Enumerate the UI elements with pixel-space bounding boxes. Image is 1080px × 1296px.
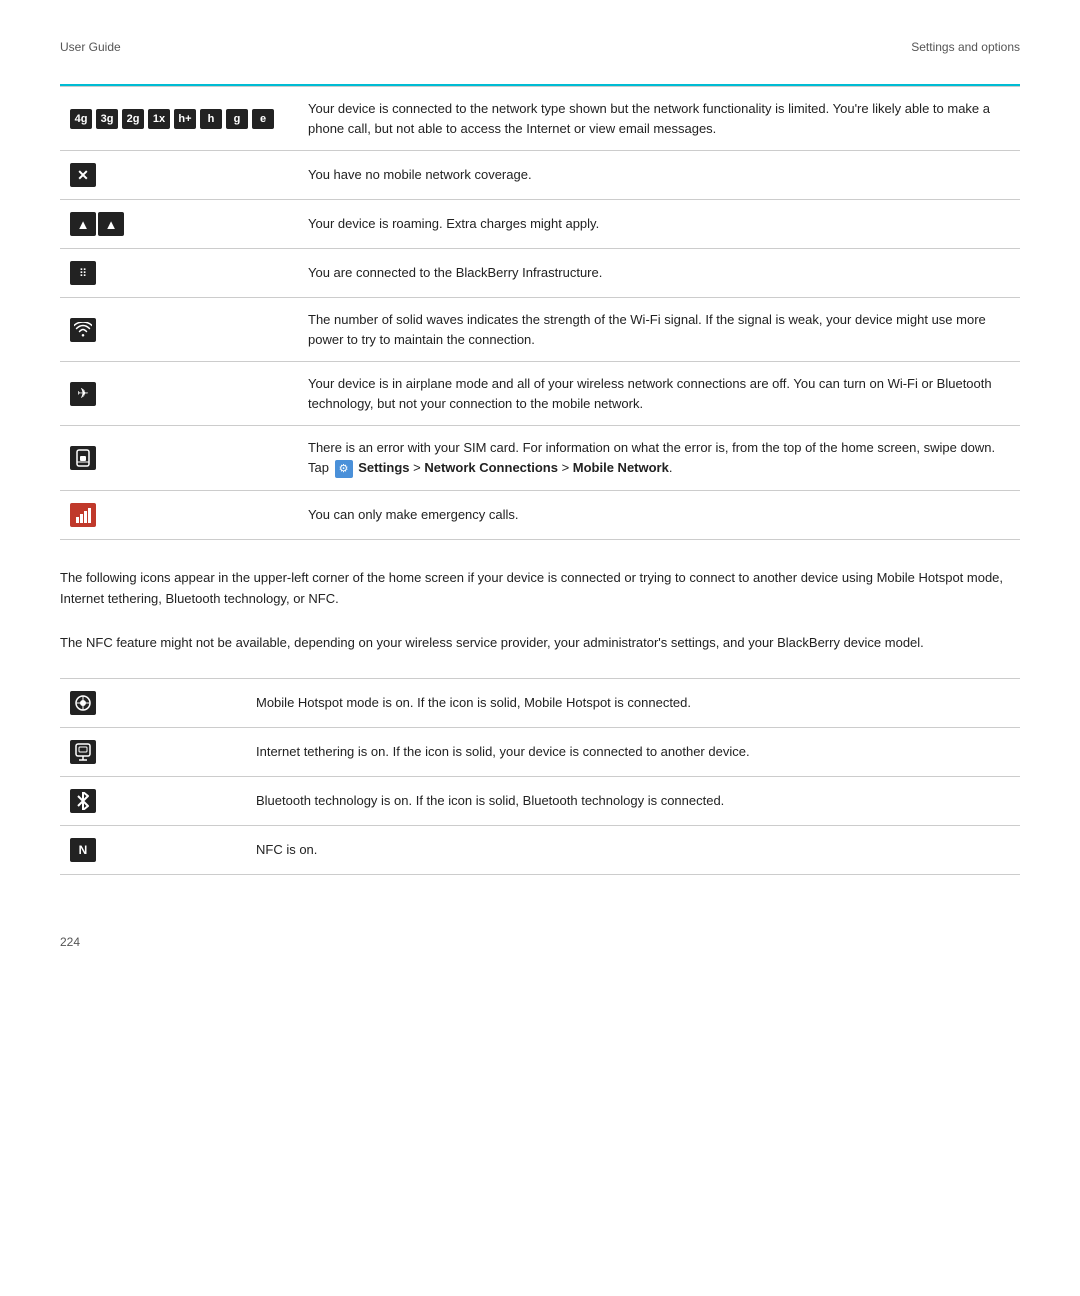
bb-infrastructure-icon: ⠿ [70, 261, 96, 285]
header-right: Settings and options [911, 40, 1020, 54]
icon-cell-bluetooth [60, 777, 240, 826]
paragraph-1: The following icons appear in the upper-… [60, 568, 1020, 610]
icon-cell-roaming: ▲ ▲ [60, 200, 292, 249]
network-icons-table: 4g 3g 2g 1x h+ h g e Your device is conn… [60, 86, 1020, 540]
icon-cell-tethering [60, 728, 240, 777]
table-row: 4g 3g 2g 1x h+ h g e Your device is conn… [60, 87, 1020, 151]
page-header: User Guide Settings and options [60, 40, 1020, 54]
icon-3g: 3g [96, 109, 118, 129]
icon-cell-no-coverage: ✕ [60, 151, 292, 200]
icon-e: e [252, 109, 274, 129]
desc-roaming: Your device is roaming. Extra charges mi… [292, 200, 1020, 249]
wifi-icon [70, 318, 96, 342]
icon-1x: 1x [148, 109, 170, 129]
table-row: ▲ ▲ Your device is roaming. Extra charge… [60, 200, 1020, 249]
tethering-icon [70, 740, 96, 764]
desc-airplane: Your device is in airplane mode and all … [292, 362, 1020, 426]
icon-hplus: h+ [174, 109, 196, 129]
desc-wifi: The number of solid waves indicates the … [292, 298, 1020, 362]
icon-cell-sim-error [60, 426, 292, 491]
nfc-icon: N [70, 838, 96, 862]
desc-sim-error: There is an error with your SIM card. Fo… [292, 426, 1020, 491]
roaming-icon-1: ▲ [70, 212, 96, 236]
icon-cell-bb-infra: ⠿ [60, 249, 292, 298]
icon-cell-hotspot [60, 679, 240, 728]
desc-network-types: Your device is connected to the network … [292, 87, 1020, 151]
table-row: ✕ You have no mobile network coverage. [60, 151, 1020, 200]
icon-cell-emergency [60, 490, 292, 539]
sim-error-icon [70, 446, 96, 470]
icon-g: g [226, 109, 248, 129]
desc-hotspot: Mobile Hotspot mode is on. If the icon i… [240, 679, 1020, 728]
roaming-icons: ▲ ▲ [70, 212, 276, 236]
gear-icon: ⚙ [335, 460, 353, 478]
table-row: Internet tethering is on. If the icon is… [60, 728, 1020, 777]
desc-tethering: Internet tethering is on. If the icon is… [240, 728, 1020, 777]
desc-bluetooth: Bluetooth technology is on. If the icon … [240, 777, 1020, 826]
desc-bb-infra: You are connected to the BlackBerry Infr… [292, 249, 1020, 298]
icon-cell-nfc: N [60, 826, 240, 875]
header-left: User Guide [60, 40, 121, 54]
table-row: There is an error with your SIM card. Fo… [60, 426, 1020, 491]
roaming-icon-2: ▲ [98, 212, 124, 236]
icon-2g: 2g [122, 109, 144, 129]
desc-emergency: You can only make emergency calls. [292, 490, 1020, 539]
icon-cell-airplane: ✈ [60, 362, 292, 426]
connectivity-table: Mobile Hotspot mode is on. If the icon i… [60, 678, 1020, 875]
table-row: ✈ Your device is in airplane mode and al… [60, 362, 1020, 426]
table-row: You can only make emergency calls. [60, 490, 1020, 539]
emergency-icon [70, 503, 96, 527]
icon-4g: 4g [70, 109, 92, 129]
bluetooth-icon [70, 789, 96, 813]
icon-cell-wifi [60, 298, 292, 362]
desc-nfc: NFC is on. [240, 826, 1020, 875]
table-row: The number of solid waves indicates the … [60, 298, 1020, 362]
table-row: ⠿ You are connected to the BlackBerry In… [60, 249, 1020, 298]
page-number: 224 [60, 935, 1020, 949]
table-row: Mobile Hotspot mode is on. If the icon i… [60, 679, 1020, 728]
table-row: N NFC is on. [60, 826, 1020, 875]
no-coverage-icon: ✕ [70, 163, 96, 187]
icon-h: h [200, 109, 222, 129]
table-row: Bluetooth technology is on. If the icon … [60, 777, 1020, 826]
icon-cell-network-types: 4g 3g 2g 1x h+ h g e [60, 87, 292, 151]
airplane-icon: ✈ [70, 382, 96, 406]
network-type-icons: 4g 3g 2g 1x h+ h g e [70, 109, 276, 129]
paragraph-2: The NFC feature might not be available, … [60, 633, 1020, 654]
hotspot-icon [70, 691, 96, 715]
desc-no-coverage: You have no mobile network coverage. [292, 151, 1020, 200]
